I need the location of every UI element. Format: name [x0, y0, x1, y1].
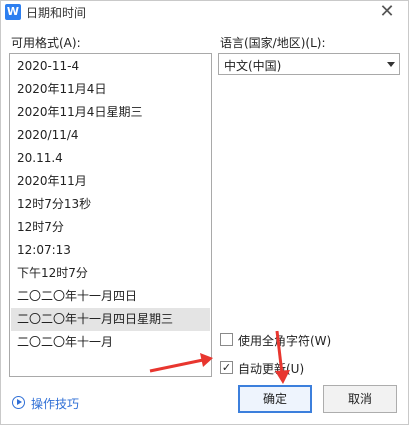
list-item[interactable]: 12:07:13 [11, 239, 210, 262]
list-item[interactable]: 二〇二〇年十一月 [11, 331, 210, 354]
language-label: 语言(国家/地区)(L): [220, 36, 326, 50]
wps-writer-icon: W [5, 4, 21, 20]
formats-label: 可用格式(A): [11, 36, 81, 50]
list-item[interactable]: 2020年11月 [11, 170, 210, 193]
window-title: 日期和时间 [26, 6, 87, 20]
fullwidth-label: 使用全角字符(W) [238, 334, 332, 348]
list-item[interactable]: 20.11.4 [11, 147, 210, 170]
list-item[interactable]: 2020年11月4日 [11, 78, 210, 101]
cancel-button[interactable]: 取消 [323, 385, 397, 413]
language-select[interactable]: 中文(中国) [218, 53, 400, 75]
fullwidth-checkbox[interactable] [220, 333, 233, 346]
tips-label: 操作技巧 [31, 397, 80, 411]
formats-list[interactable]: 2020-11-4 2020年11月4日 2020年11月4日星期三 2020/… [9, 53, 212, 377]
title-bar: W 日期和时间 ✕ [1, 1, 408, 25]
auto-update-label: 自动更新(U) [238, 362, 305, 376]
list-item[interactable]: 2020年11月4日星期三 [11, 101, 210, 124]
list-item[interactable]: 12时7分 [11, 216, 210, 239]
list-item[interactable]: 二〇二〇年十一月四日星期三 [11, 308, 210, 331]
list-item[interactable]: 2020-11-4 [11, 55, 210, 78]
list-item[interactable]: 二〇二〇年十一月四日 [11, 285, 210, 308]
language-value: 中文(中国) [224, 59, 282, 73]
chevron-down-icon [387, 62, 395, 67]
list-item[interactable]: 下午12时7分 [11, 262, 210, 285]
play-circle-icon [12, 396, 25, 409]
close-icon[interactable]: ✕ [376, 1, 398, 23]
list-item[interactable]: 2020/11/4 [11, 124, 210, 147]
ok-button[interactable]: 确定 [238, 385, 312, 413]
auto-update-checkbox[interactable]: ✓ [220, 361, 233, 374]
date-time-dialog: W 日期和时间 ✕ 可用格式(A): 2020-11-4 2020年11月4日 … [0, 0, 409, 425]
list-item[interactable]: 12时7分13秒 [11, 193, 210, 216]
